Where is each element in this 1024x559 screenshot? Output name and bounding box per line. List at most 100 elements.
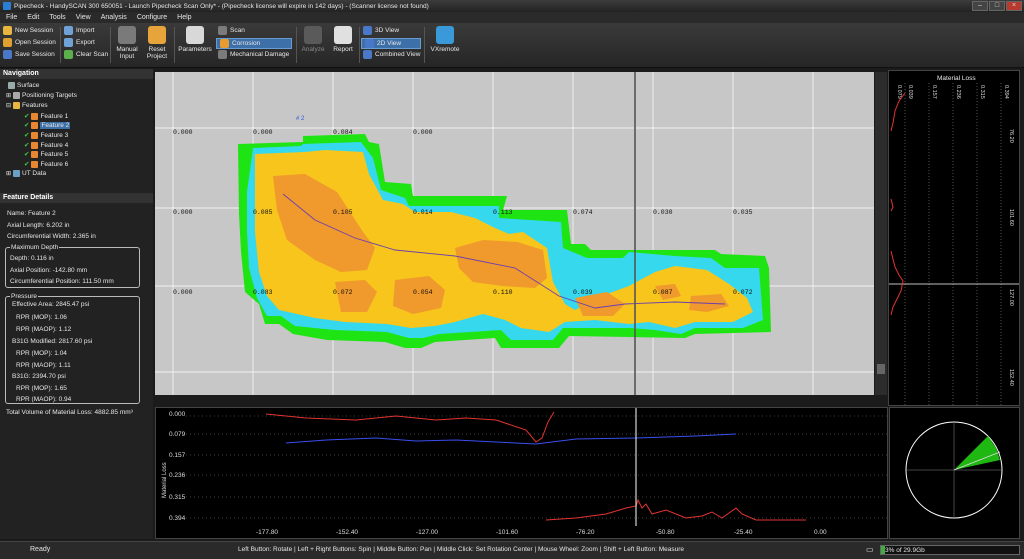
circumferential-svg xyxy=(905,421,1003,519)
maximize-button[interactable]: □ xyxy=(989,1,1005,11)
manual-input-button[interactable]: Manual Input xyxy=(115,26,139,60)
targets-icon xyxy=(13,92,21,99)
save-session-button[interactable]: Save Session xyxy=(3,50,55,59)
clear-scan-button[interactable]: Clear Scan xyxy=(64,50,108,59)
detail-ea-rpr-mop: RPR (MOP): 1.06 xyxy=(16,314,67,321)
combined-view-button[interactable]: Combined View xyxy=(363,50,420,59)
detail-bm-rpr-maop: RPR (MAOP): 1.11 xyxy=(16,362,71,369)
expand-icon[interactable]: ⊞ xyxy=(6,170,11,177)
depth-label: 0.014 xyxy=(413,209,433,216)
tree-item-feature-3[interactable]: ✔ Feature 3 xyxy=(24,131,68,139)
expand-icon[interactable]: ⊞ xyxy=(6,92,11,99)
3d-view-button[interactable]: 3D View xyxy=(363,26,399,35)
tree-item-feature-6[interactable]: ✔ Feature 6 xyxy=(24,160,68,168)
title-bar: Pipecheck - HandySCAN 300 650051 - Launc… xyxy=(0,0,1024,12)
material-loss-strip: Material Loss 0.079 0.039 0.157 0.236 0.… xyxy=(888,70,1020,406)
material-loss-profile[interactable]: Material Loss 0.000 0.079 0.157 0.236 0.… xyxy=(155,407,888,539)
report-button[interactable]: Report xyxy=(330,26,356,53)
strip-col-label: 0.236 xyxy=(955,85,961,99)
strip-axis-label: 76.20 xyxy=(1008,129,1014,143)
analyze-button[interactable]: Analyze xyxy=(300,26,326,53)
navigation-header: Navigation xyxy=(0,69,153,79)
depth-label: 0.000 xyxy=(173,129,193,136)
detail-b-rpr-mop: RPR (MOP): 1.65 xyxy=(16,385,67,392)
app-icon xyxy=(3,2,11,10)
minimize-button[interactable]: – xyxy=(972,1,988,11)
corrosion-map-svg: 0.000 0.000 0.084 0.000 0.000 0.085 0.10… xyxy=(155,72,874,395)
check-icon[interactable]: ✔ xyxy=(24,150,29,158)
tree-item-positioning-targets[interactable]: ⊞ Positioning Targets xyxy=(6,92,77,99)
mechanical-damage-button[interactable]: Mechanical Damage xyxy=(218,50,289,59)
check-icon[interactable]: ✔ xyxy=(24,141,29,149)
feature-tag[interactable]: # 2 xyxy=(296,116,305,122)
open-session-icon xyxy=(3,38,12,47)
strip-col-labels: 0.079 0.039 0.157 0.236 0.315 0.394 xyxy=(896,85,1009,99)
detail-circ-position: Circumferential Position: 111.50 mm xyxy=(10,278,114,285)
parameters-icon xyxy=(186,26,204,44)
strip-col-label: 0.157 xyxy=(931,85,937,99)
menu-analysis[interactable]: Analysis xyxy=(101,14,127,21)
depth-label: 0.030 xyxy=(653,209,673,216)
strip-col-label: 0.079 xyxy=(896,85,902,99)
y-tick: 0.236 xyxy=(169,472,186,479)
2d-view-button[interactable]: 2D View xyxy=(361,38,421,49)
depth-label: 0.083 xyxy=(253,289,273,296)
menu-view[interactable]: View xyxy=(76,14,91,21)
x-tick: -177.80 xyxy=(256,529,278,536)
import-button[interactable]: Import xyxy=(64,26,94,35)
new-session-button[interactable]: New Session xyxy=(3,26,53,35)
profile-line-red-top xyxy=(265,411,555,443)
x-tick: -25.40 xyxy=(734,529,753,536)
check-icon[interactable]: ✔ xyxy=(24,131,29,139)
clear-scan-icon xyxy=(64,50,73,59)
check-icon[interactable]: ✔ xyxy=(24,121,29,129)
tree-item-feature-4[interactable]: ✔ Feature 4 xyxy=(24,141,68,149)
strip-axis-label: 152.40 xyxy=(1008,369,1014,386)
parameters-button[interactable]: Parameters xyxy=(178,26,212,53)
y-tick: 0.315 xyxy=(169,494,186,501)
close-button[interactable]: × xyxy=(1006,1,1022,11)
menu-tools[interactable]: Tools xyxy=(49,14,65,21)
tree-item-surface[interactable]: Surface xyxy=(8,82,39,89)
view-scrollbar[interactable] xyxy=(875,72,887,395)
tree-item-feature-2[interactable]: ✔ Feature 2 xyxy=(24,121,71,129)
vxremote-icon xyxy=(436,26,454,44)
depth-label: 0.035 xyxy=(733,209,753,216)
tree-item-feature-1[interactable]: ✔ Feature 1 xyxy=(24,112,68,120)
scrollbar-thumb[interactable] xyxy=(877,364,885,374)
menu-help[interactable]: Help xyxy=(177,14,191,21)
strip-col-label: 0.315 xyxy=(979,85,985,99)
3d-view-icon xyxy=(363,26,372,35)
vxremote-button[interactable]: VXremote xyxy=(428,26,462,53)
reset-project-button[interactable]: Reset Project xyxy=(144,26,170,60)
depth-label: 0.000 xyxy=(253,129,273,136)
menu-configure[interactable]: Configure xyxy=(137,14,167,21)
max-depth-title: Maximum Depth xyxy=(10,244,60,251)
open-session-button[interactable]: Open Session xyxy=(3,38,56,47)
corrosion-2d-view[interactable]: 0.000 0.000 0.084 0.000 0.000 0.085 0.10… xyxy=(155,72,874,395)
features-icon xyxy=(13,102,21,109)
ut-data-icon xyxy=(13,170,21,177)
corrosion-icon xyxy=(220,39,229,48)
check-icon[interactable]: ✔ xyxy=(24,160,29,168)
surface-icon xyxy=(8,82,15,89)
corrosion-feature-icon xyxy=(31,141,39,149)
mechanical-damage-icon xyxy=(218,50,227,59)
x-tick: -127.00 xyxy=(416,529,438,536)
circumferential-view[interactable] xyxy=(889,407,1020,539)
export-button[interactable]: Export xyxy=(64,38,95,47)
scan-mode-button[interactable]: Scan xyxy=(218,26,245,35)
depth-label: 0.039 xyxy=(573,289,593,296)
feature-sector xyxy=(954,436,1000,470)
check-icon[interactable]: ✔ xyxy=(24,112,29,120)
tree-item-ut-data[interactable]: ⊞ UT Data xyxy=(6,170,46,177)
tree-item-features[interactable]: ⊟ Features xyxy=(6,102,48,109)
collapse-icon[interactable]: ⊟ xyxy=(6,102,11,109)
menu-bar: File Edit Tools View Analysis Configure … xyxy=(0,12,1024,23)
tree-item-feature-5[interactable]: ✔ Feature 5 xyxy=(24,150,68,158)
detail-name: Name: Feature 2 xyxy=(7,210,56,217)
detail-depth: Depth: 0.116 in xyxy=(10,255,54,262)
corrosion-mode-button[interactable]: Corrosion xyxy=(216,38,292,49)
menu-edit[interactable]: Edit xyxy=(27,14,39,21)
menu-file[interactable]: File xyxy=(6,14,17,21)
